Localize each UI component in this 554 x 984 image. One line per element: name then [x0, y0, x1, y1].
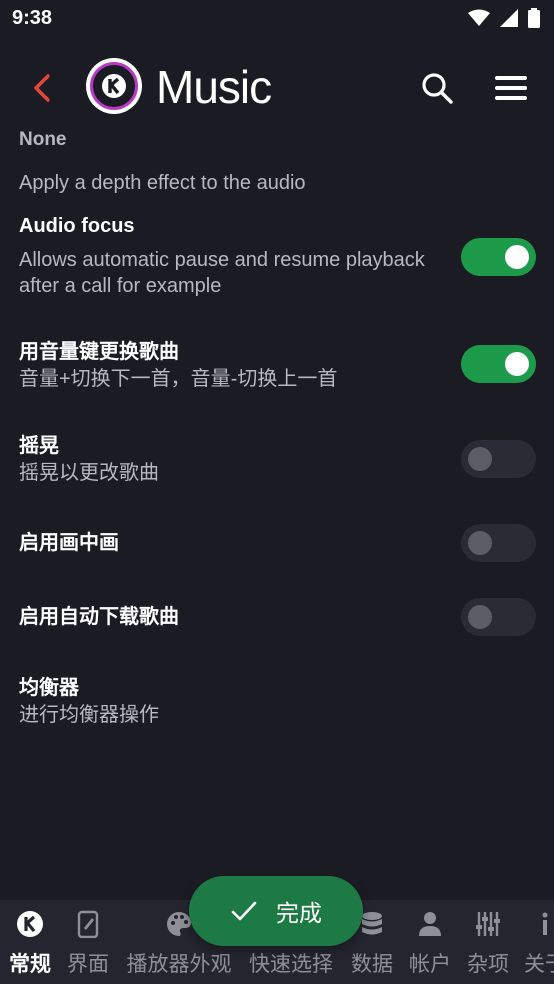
menu-icon[interactable] — [492, 72, 530, 104]
setting-subtitle: Apply a depth effect to the audio — [19, 172, 306, 194]
nav-item-about[interactable]: 关于 — [520, 900, 554, 984]
app-title: Music — [156, 61, 272, 113]
auto-download-toggle[interactable] — [461, 598, 536, 636]
setting-equalizer[interactable]: 均衡器 进行均衡器操作 — [0, 670, 554, 734]
toggle-knob — [505, 245, 529, 269]
picture-in-picture-toggle[interactable] — [461, 524, 536, 562]
k-logo-icon — [102, 74, 126, 98]
setting-title: 均衡器 — [19, 677, 79, 699]
setting-subtitle: 进行均衡器操作 — [19, 704, 159, 726]
nav-label: 播放器外观 — [126, 953, 232, 976]
setting-title: Audio focus — [19, 215, 135, 237]
app-bar: Music — [0, 52, 554, 124]
back-icon[interactable] — [28, 70, 58, 106]
setting-depth-effect: Apply a depth effect to the audio — [0, 170, 554, 202]
shake-toggle[interactable] — [461, 440, 536, 478]
nav-item-interface[interactable]: 界面 — [60, 900, 116, 984]
setting-subtitle: 音量+切换下一首，音量-切换上一首 — [19, 368, 338, 390]
status-icons — [468, 8, 540, 28]
done-button[interactable]: 完成 — [189, 876, 363, 946]
nav-label: 快速选择 — [249, 953, 333, 976]
wifi-icon — [468, 9, 490, 26]
nav-item-misc[interactable]: 杂项 — [460, 900, 516, 984]
signal-icon — [500, 9, 518, 27]
setting-audio-focus[interactable]: Audio focus Allows automatic pause and r… — [0, 214, 554, 304]
setting-title: 用音量键更换歌曲 — [19, 341, 179, 363]
previous-setting-value: None — [19, 129, 67, 150]
setting-volume-keys-change-song[interactable]: 用音量键更换歌曲 音量+切换下一首，音量-切换上一首 — [0, 334, 554, 398]
setting-title: 摇晃 — [19, 435, 59, 457]
setting-title: 启用自动下载歌曲 — [19, 606, 179, 628]
search-icon[interactable] — [419, 70, 455, 106]
toggle-knob — [505, 352, 529, 376]
nav-label: 杂项 — [467, 953, 509, 976]
status-time: 9:38 — [12, 6, 53, 29]
volume-keys-toggle[interactable] — [461, 345, 536, 383]
toggle-knob — [468, 605, 492, 629]
app-logo-icon — [86, 58, 142, 114]
nav-label: 界面 — [67, 953, 109, 976]
app-logo-icon — [17, 911, 43, 937]
audio-focus-toggle[interactable] — [461, 238, 536, 276]
nav-label: 常规 — [9, 953, 51, 976]
person-icon — [419, 912, 441, 936]
tune-icon — [476, 912, 500, 936]
setting-auto-download[interactable]: 启用自动下载歌曲 — [0, 594, 554, 642]
setting-title: 启用画中画 — [19, 532, 119, 554]
setting-shake[interactable]: 摇晃 摇晃以更改歌曲 — [0, 428, 554, 492]
nav-label: 数据 — [351, 953, 393, 976]
nav-item-account[interactable]: 帐户 — [402, 900, 458, 984]
battery-icon — [528, 8, 540, 28]
setting-subtitle: Allows automatic pause and resume playba… — [19, 249, 425, 297]
check-icon — [231, 901, 257, 921]
setting-subtitle: 摇晃以更改歌曲 — [19, 462, 159, 484]
nav-label: 帐户 — [409, 953, 451, 976]
done-label: 完成 — [276, 900, 322, 926]
info-icon — [542, 912, 548, 935]
edit-phone-icon — [77, 910, 99, 938]
toggle-knob — [468, 447, 492, 471]
nav-label: 关于 — [524, 953, 554, 976]
nav-item-general[interactable]: 常规 — [0, 900, 60, 984]
toggle-knob — [468, 531, 492, 555]
logo-ring — [90, 62, 138, 110]
setting-picture-in-picture[interactable]: 启用画中画 — [0, 520, 554, 568]
status-bar: 9:38 — [0, 0, 554, 36]
